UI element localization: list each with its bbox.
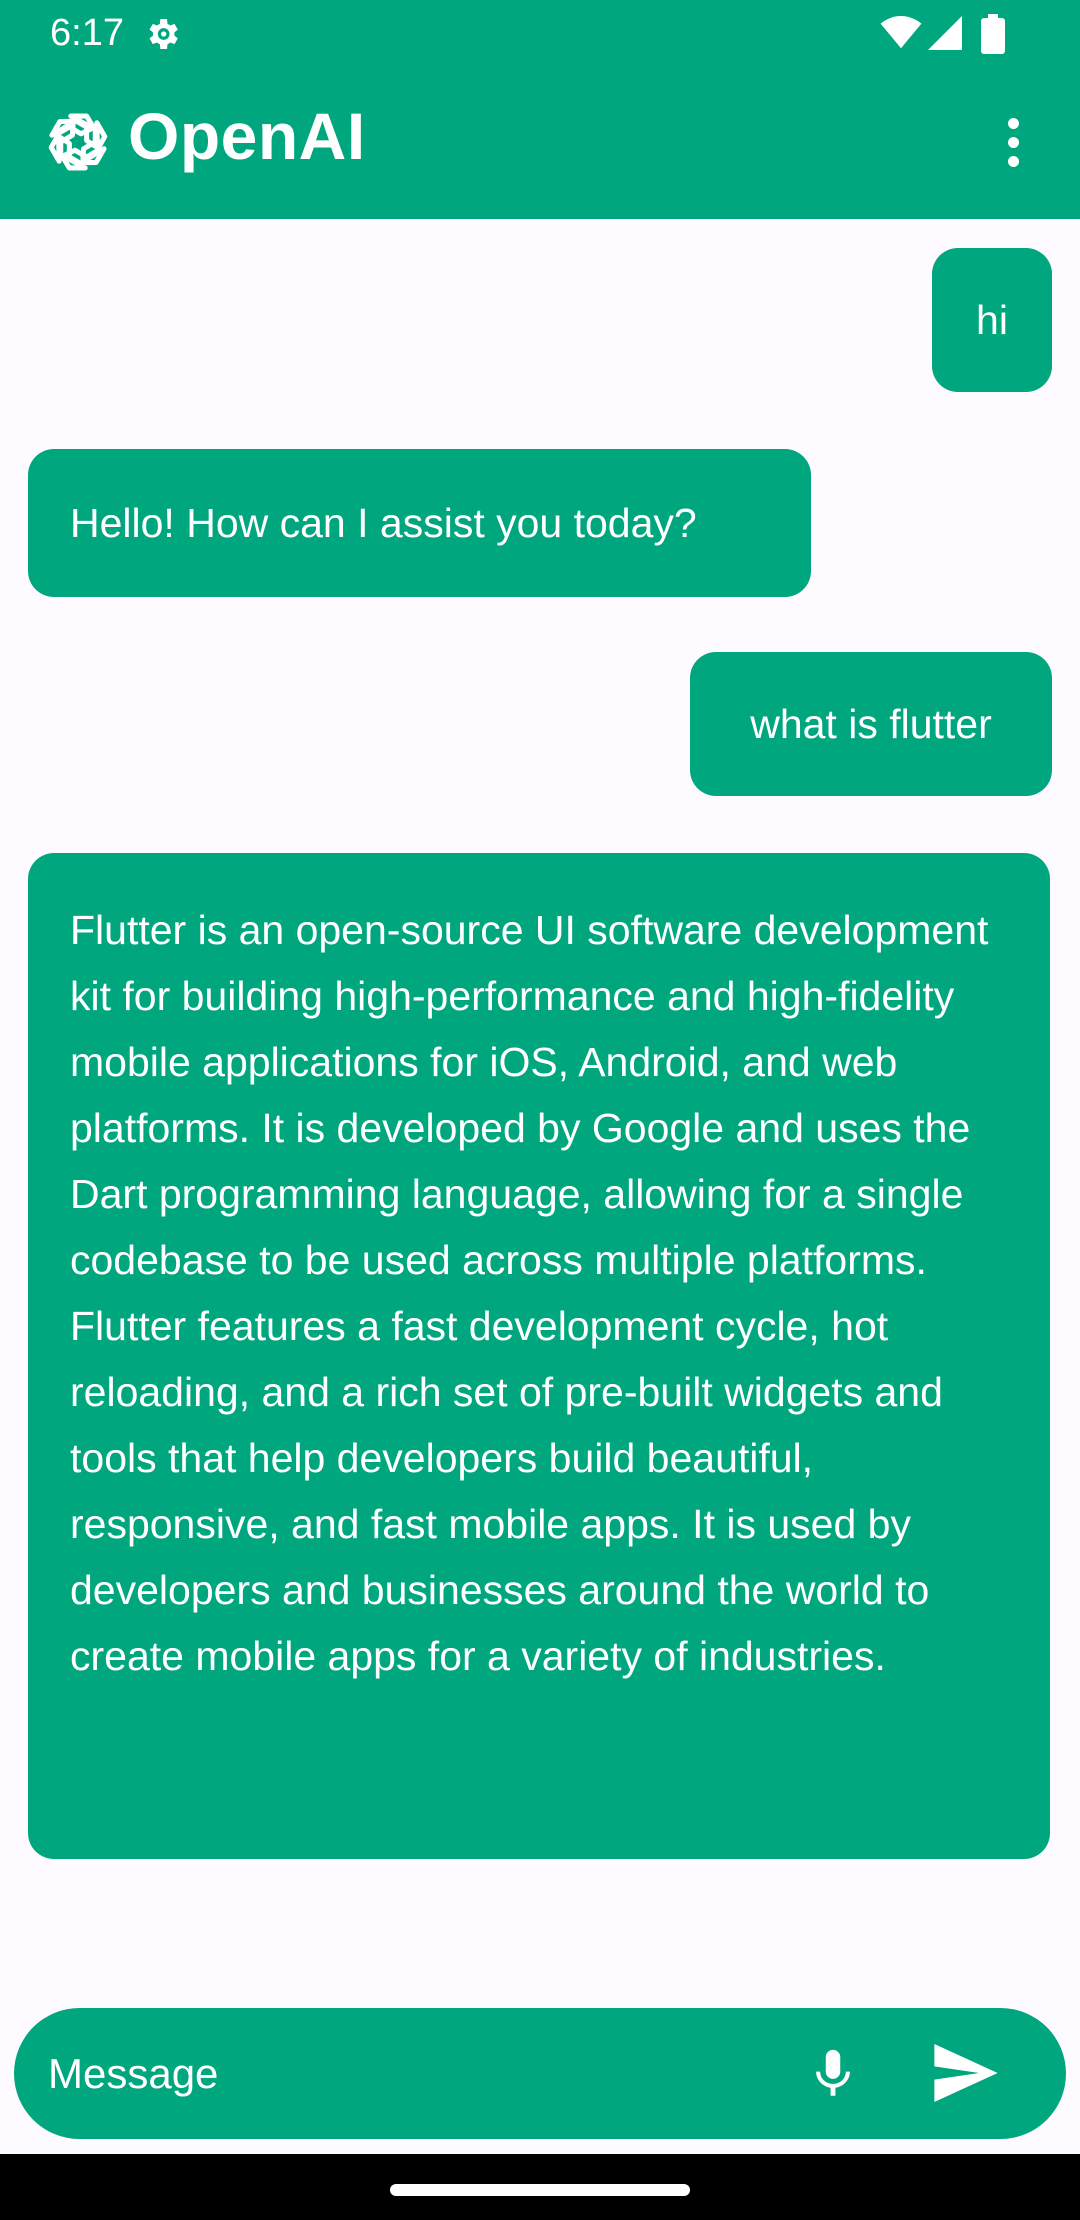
more-options-button[interactable] [986,110,1042,174]
microphone-icon[interactable] [804,2044,862,2104]
more-vert-icon [1008,118,1019,129]
home-indicator[interactable] [390,2184,690,2196]
openai-logo-icon [48,113,108,171]
status-time: 6:17 [50,12,124,54]
message-text: Flutter is an open-source UI software de… [70,907,989,1679]
message-text: Hello! How can I assist you today? [70,500,697,546]
more-vert-icon-dot [1008,156,1019,167]
assistant-message-bubble: Hello! How can I assist you today? [28,449,811,597]
message-composer [14,2008,1066,2139]
status-bar: 6:17 [0,0,1080,66]
more-vert-icon-dot [1008,137,1019,148]
message-input[interactable] [48,2008,768,2139]
system-navigation-bar [0,2154,1080,2220]
gear-icon [149,19,178,49]
assistant-message-bubble: Flutter is an open-source UI software de… [28,853,1050,1859]
message-text: hi [976,297,1008,343]
signal-icon [928,16,962,50]
app-bar: OpenAI [0,66,1080,219]
message-text: what is flutter [750,701,992,747]
user-message-bubble: hi [932,248,1052,392]
send-icon[interactable] [934,2044,998,2102]
top-bar: 6:17 OpenAI [0,0,1080,219]
battery-icon [981,14,1005,54]
wifi-icon [880,16,922,49]
user-message-bubble: what is flutter [690,652,1052,796]
app-title: OpenAI [128,99,366,173]
